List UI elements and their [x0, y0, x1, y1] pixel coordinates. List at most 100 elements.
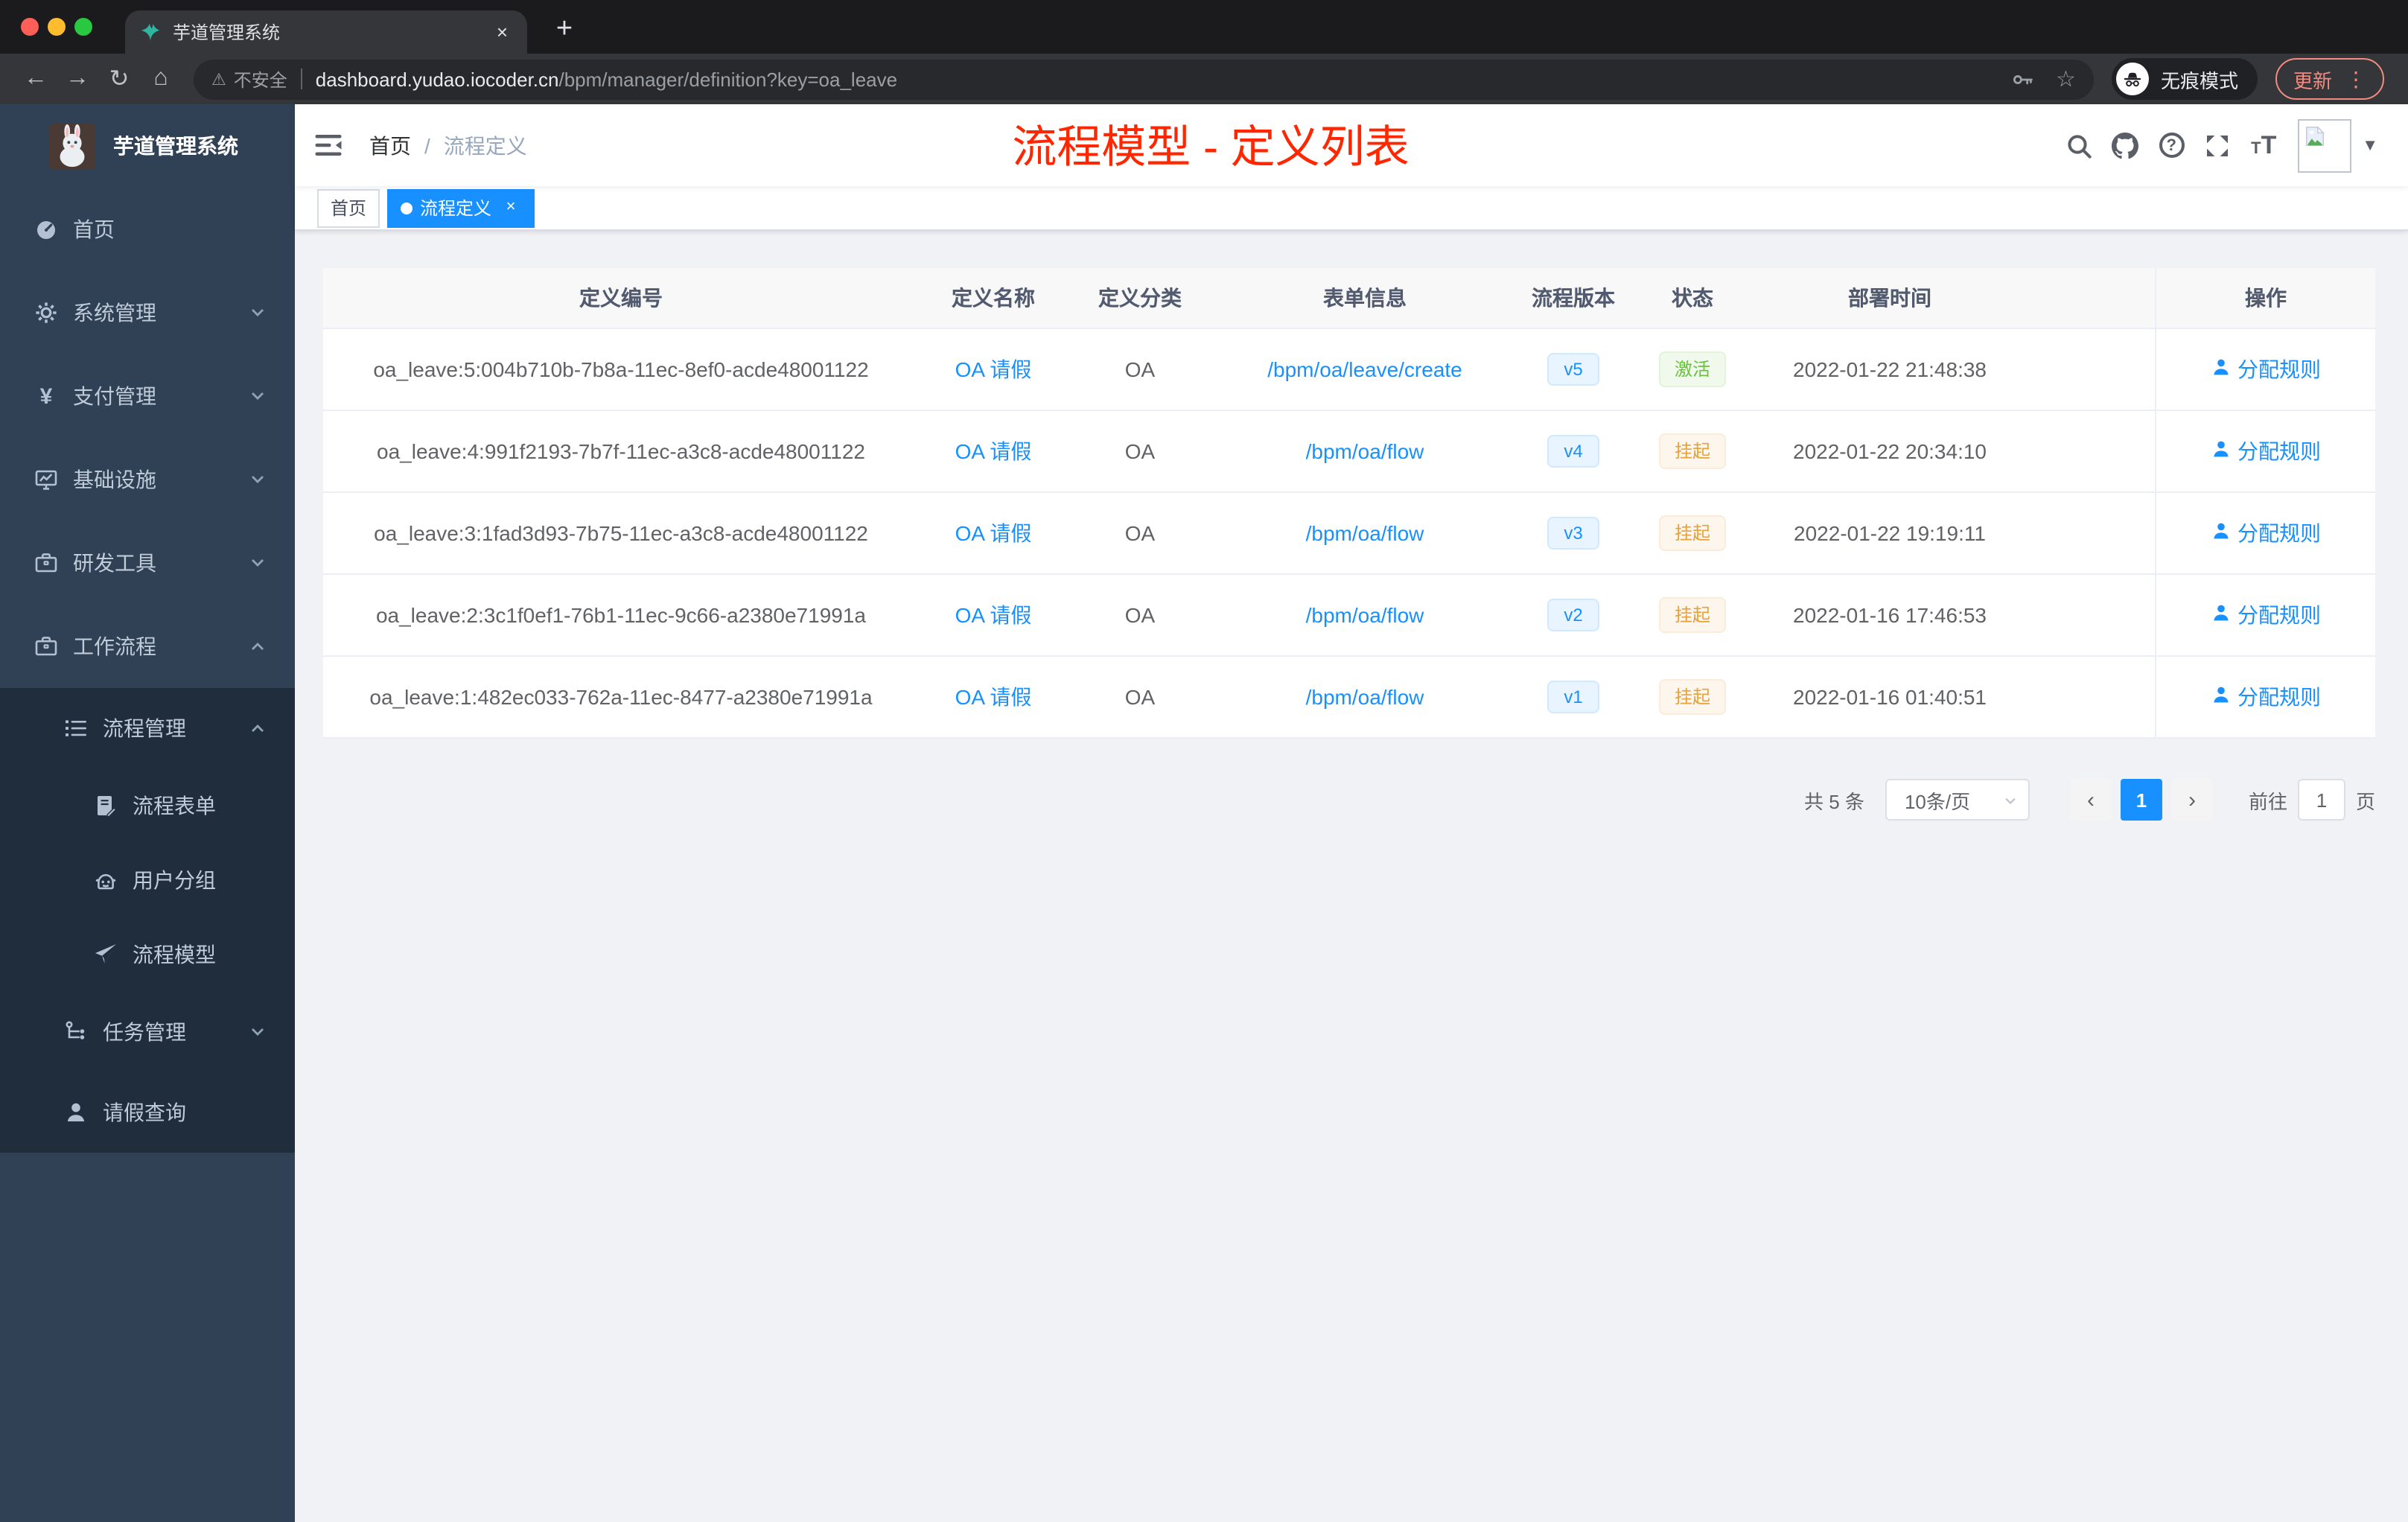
chrome-update-button[interactable]: 更新 ⋮ — [2275, 58, 2384, 100]
name-link[interactable]: OA 请假 — [955, 354, 1032, 384]
version-badge: v5 — [1547, 353, 1599, 386]
window-minimize-button[interactable] — [48, 18, 66, 36]
browser-menu-icon[interactable]: ⋮ — [2345, 66, 2366, 92]
yen-icon: ¥ — [39, 383, 53, 409]
avatar-caret-icon[interactable]: ▼ — [2362, 136, 2378, 154]
sidebar-item[interactable]: 基础设施 — [0, 438, 295, 521]
sidebar-item[interactable]: 流程模型 — [0, 917, 295, 992]
assign-rule-button[interactable]: 分配规则 — [2211, 518, 2321, 548]
page-size-select[interactable]: 10条/页 — [1885, 779, 2030, 821]
assign-rule-button[interactable]: 分配规则 — [2211, 600, 2321, 630]
new-tab-button[interactable]: + — [545, 10, 584, 49]
cell-deploy_time: 2022-01-22 19:19:11 — [1794, 521, 1986, 545]
cell-deploy_time: 2022-01-22 20:34:10 — [1793, 439, 1987, 463]
chevron-down-icon — [2003, 794, 2018, 809]
forward-icon[interactable]: → — [57, 58, 98, 100]
user-icon — [2211, 603, 2237, 627]
name-link[interactable]: OA 请假 — [955, 600, 1032, 630]
tag-home[interactable]: 首页 — [317, 188, 380, 227]
breadcrumb-home[interactable]: 首页 — [369, 130, 411, 160]
tag-process-definition[interactable]: 流程定义 × — [387, 188, 535, 227]
form-link[interactable]: /bpm/oa/leave/create — [1267, 357, 1462, 381]
chevron-down-icon — [249, 554, 267, 572]
page-1-button[interactable]: 1 — [2120, 779, 2162, 821]
cell-spacer — [2024, 575, 2155, 655]
goto-label: 前往 — [2248, 790, 2287, 812]
sidebar-item[interactable]: 系统管理 — [0, 271, 295, 354]
sidebar-item[interactable]: 工作流程 — [0, 605, 295, 688]
cell-form: /bpm/oa/flow — [1212, 575, 1517, 655]
github-icon[interactable] — [2112, 132, 2139, 159]
cell-status: 挂起 — [1629, 411, 1756, 491]
name-link[interactable]: OA 请假 — [955, 436, 1032, 466]
next-page-button[interactable]: › — [2170, 779, 2213, 821]
page-unit-label: 页 — [2355, 790, 2375, 812]
sidebar-item[interactable]: 任务管理 — [0, 992, 295, 1072]
name-link[interactable]: OA 请假 — [955, 518, 1032, 548]
cell-status: 激活 — [1629, 329, 1756, 410]
font-size-icon[interactable]: TT — [2250, 130, 2277, 159]
navbar-actions: ? TT ▼ — [2046, 104, 2378, 186]
goto-page-input[interactable] — [2297, 779, 2345, 821]
col-header-status: 状态 — [1672, 286, 1713, 310]
incognito-badge: 无痕模式 — [2111, 58, 2258, 100]
main-area: 首页 / 流程定义 流程模型 - 定义列表 ? TT ▼ 首页 流程定义 × 定… — [295, 104, 2408, 1522]
col-header-action: 操作 — [2155, 268, 2375, 328]
form-link[interactable]: /bpm/oa/flow — [1306, 603, 1424, 627]
fullscreen-icon[interactable] — [2204, 132, 2231, 159]
version-badge: v3 — [1547, 517, 1599, 550]
user-avatar[interactable] — [2298, 118, 2352, 172]
cell-id: oa_leave:3:1fad3d93-7b75-11ec-a3c8-acde4… — [374, 521, 868, 545]
form-link[interactable]: /bpm/oa/flow — [1306, 685, 1424, 709]
name-link[interactable]: OA 请假 — [955, 682, 1032, 712]
prev-page-button[interactable]: ‹ — [2069, 779, 2112, 821]
tag-close-icon[interactable]: × — [500, 197, 521, 218]
help-icon[interactable]: ? — [2158, 132, 2185, 159]
toolbox-icon — [34, 551, 58, 575]
user-icon — [2211, 439, 2237, 463]
window-zoom-button[interactable] — [74, 18, 92, 36]
password-key-icon[interactable] — [2010, 66, 2035, 92]
window-close-button[interactable] — [21, 18, 39, 36]
col-header-id: 定义编号 — [579, 286, 663, 310]
search-icon[interactable] — [2065, 132, 2092, 159]
sidebar-item[interactable]: 研发工具 — [0, 521, 295, 605]
home-icon[interactable]: ⌂ — [140, 58, 182, 100]
table-header-row: 定义编号 定义名称 定义分类 表单信息 流程版本 状态 部署时间 操作 — [323, 268, 2375, 329]
bookmark-star-icon[interactable]: ☆ — [2056, 66, 2076, 92]
tab-close-icon[interactable]: × — [492, 21, 512, 43]
url-text[interactable]: dashboard.yudao.iocoder.cn/bpm/manager/d… — [316, 68, 1989, 90]
chevron-up-icon — [249, 637, 267, 655]
form-link[interactable]: /bpm/oa/flow — [1306, 521, 1424, 545]
pagination: 共 5 条 10条/页 ‹ 1 › 前往 页 — [1804, 779, 2375, 821]
cell-category: OA — [1124, 685, 1156, 709]
reload-icon[interactable]: ↻ — [98, 58, 140, 100]
sidebar-item[interactable]: ¥ 支付管理 — [0, 354, 295, 438]
sidebar-item[interactable]: 首页 — [0, 188, 295, 271]
table-row: oa_leave:4:991f2193-7b7f-11ec-a3c8-acde4… — [323, 411, 2375, 493]
app: 芋道管理系统 首页 系统管理 ¥ 支付管理 基础设施 研发工具 工作流程 流程管理 流程表单 用户… — [0, 104, 2408, 1522]
status-badge: 挂起 — [1659, 515, 1725, 551]
form-link[interactable]: /bpm/oa/flow — [1306, 439, 1424, 463]
sidebar-item[interactable]: 用户分组 — [0, 843, 295, 917]
dashboard-icon — [34, 217, 58, 241]
sidebar-logo[interactable]: 芋道管理系统 — [0, 104, 295, 188]
sidebar: 芋道管理系统 首页 系统管理 ¥ 支付管理 基础设施 研发工具 工作流程 流程管理 流程表单 用户… — [0, 104, 295, 1522]
pagination-total: 共 5 条 — [1804, 790, 1864, 812]
cell-category: OA — [1124, 603, 1156, 627]
sidebar-item[interactable]: 请假查询 — [0, 1072, 295, 1153]
browser-tab[interactable]: 芋道管理系统 × — [125, 10, 527, 54]
assign-rule-button[interactable]: 分配规则 — [2211, 436, 2321, 466]
sidebar-item[interactable]: 流程管理 — [0, 688, 295, 768]
version-badge: v4 — [1547, 435, 1599, 468]
assign-rule-button[interactable]: 分配规则 — [2211, 682, 2321, 712]
address-bar[interactable]: ⚠ 不安全 dashboard.yudao.iocoder.cn/bpm/man… — [194, 59, 2094, 99]
back-icon[interactable]: ← — [15, 58, 57, 100]
navbar: 首页 / 流程定义 流程模型 - 定义列表 ? TT ▼ — [295, 104, 2408, 186]
cell-status: 挂起 — [1629, 575, 1756, 655]
toolbox-icon — [34, 634, 58, 658]
sidebar-item[interactable]: 流程表单 — [0, 768, 295, 843]
cell-name: OA 请假 — [919, 575, 1068, 655]
sidebar-toggle-icon[interactable] — [313, 130, 345, 162]
assign-rule-button[interactable]: 分配规则 — [2211, 354, 2321, 384]
